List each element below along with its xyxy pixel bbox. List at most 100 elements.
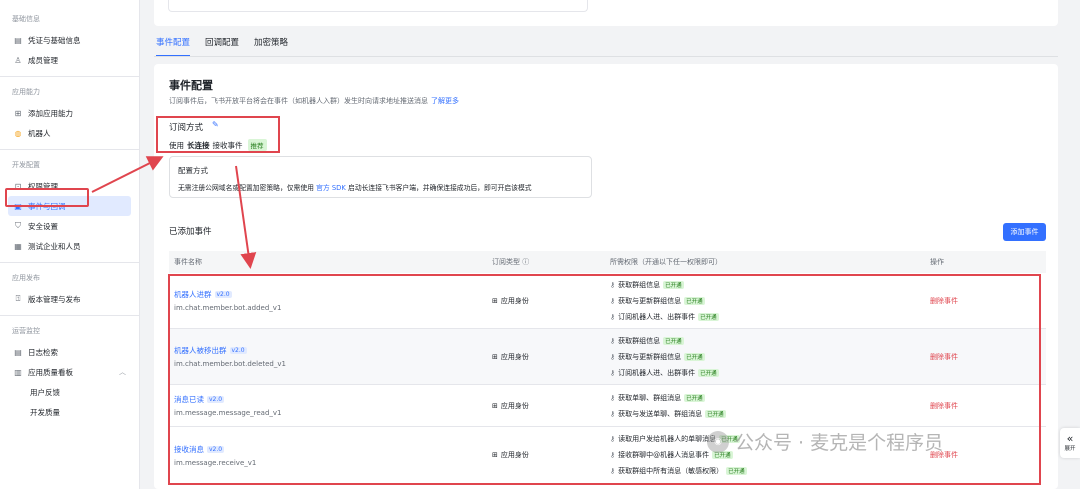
event-name-link[interactable]: 机器人被移出群 v2.0 — [174, 345, 492, 356]
permission-name: 获取与发送单聊、群组消息 — [618, 409, 703, 418]
app-identity-icon: ⊞ — [492, 451, 498, 459]
sidebar-item-label: 权限管理 — [28, 181, 58, 191]
upload-icon: ⍐ — [15, 294, 21, 303]
page-title: 事件配置 — [169, 79, 213, 92]
chevron-up-icon[interactable]: ︿ — [119, 367, 126, 377]
config-text-pre: 无需注册公网域名或配置加密策略，仅需使用 — [178, 184, 314, 192]
doc-icon: ▤ — [14, 35, 22, 45]
sidebar-item-release[interactable]: ⍐ 版本管理与发布 — [8, 289, 131, 309]
event-name-link[interactable]: 接收消息 v2.0 — [174, 444, 492, 455]
sidebar-item-security[interactable]: ⛉ 安全设置 — [8, 216, 131, 236]
config-method-text: 无需注册公网域名或配置加密策略，仅需使用 官方 SDK 启动长连接飞书客户端，并… — [178, 182, 532, 192]
sidebar: 基础信息 ▤ 凭证与基础信息 ♙ 成员管理 应用能力 ⊞ 添加应用能力 ◍ 机器人 开发… — [0, 0, 140, 489]
config-text-post: 启动长连接飞书客户端，并确保连接成功后，即可开启该模式 — [348, 184, 532, 192]
subscribe-use-text: 使用 — [169, 140, 184, 150]
permission-item: ⚷ 订阅机器人进、出群事件 已开通 — [610, 368, 930, 378]
nav-heading: 开发配置 — [12, 161, 40, 169]
event-name-cell: 消息已读 v2.0 im.message.message_read_v1 — [169, 394, 492, 417]
delete-event-button[interactable]: 删除事件 — [930, 402, 958, 410]
sidebar-item-add-ability[interactable]: ⊞ 添加应用能力 — [8, 103, 131, 123]
table-row: 机器人进群 v2.0 im.chat.member.bot.added_v1 ⊞ 应用… — [169, 273, 1046, 329]
sidebar-item-label: 机器人 — [28, 128, 51, 138]
permissions-cell: ⚷ 获取单聊、群组消息 已开通 ⚷ 获取与发送单聊、群组消息 已开通 — [610, 388, 930, 424]
recommended-badge: 推荐 — [247, 139, 267, 151]
sidebar-item-logs[interactable]: ▤ 日志检索 — [8, 342, 131, 362]
permission-name: 订阅机器人进、出群事件 — [618, 312, 696, 321]
event-name-cell: 接收消息 v2.0 im.message.receive_v1 — [169, 444, 492, 467]
key-icon: ⚷ — [610, 336, 616, 345]
subscribe-type: 应用身份 — [500, 451, 529, 459]
permission-name: 获取与更新群组信息 — [618, 352, 682, 361]
tab-callback-config[interactable]: 回调配置 — [205, 36, 239, 57]
opened-badge: 已开通 — [726, 467, 747, 475]
opened-badge: 已开通 — [698, 312, 719, 321]
sidebar-item-test[interactable]: ▦ 测试企业和人员 — [8, 236, 131, 256]
expand-label: 展开 — [1064, 446, 1076, 452]
opened-badge: 已开通 — [705, 409, 726, 418]
sidebar-item-label: 凭证与基础信息 — [28, 35, 81, 45]
expand-panel-button[interactable]: « 展开 — [1060, 428, 1080, 458]
key-icon: ⚷ — [610, 368, 616, 377]
event-code: im.message.receive_v1 — [174, 458, 257, 467]
app-identity-icon: ⊞ — [492, 352, 498, 361]
delete-event-button[interactable]: 删除事件 — [930, 353, 958, 361]
tab-event-config[interactable]: 事件配置 — [156, 36, 191, 57]
key-icon: ⚷ — [610, 312, 616, 321]
config-method-box: 配置方式 无需注册公网域名或配置加密策略，仅需使用 官方 SDK 启动长连接飞书… — [169, 156, 592, 198]
event-name-cell: 机器人进群 v2.0 im.chat.member.bot.added_v1 — [169, 289, 492, 312]
permission-item: ⚷ 订阅机器人进、出群事件 已开通 — [610, 312, 930, 322]
sidebar-item-feedback[interactable]: 用户反馈 — [8, 382, 131, 402]
sidebar-item-label: 版本管理与发布 — [28, 294, 81, 304]
sidebar-item-events[interactable]: ▣ 事件与回调 — [8, 196, 131, 216]
delete-event-button[interactable]: 删除事件 — [930, 297, 958, 305]
column-header-permissions: 所需权限（开通以下任一权限即可） — [610, 258, 722, 266]
event-name-link[interactable]: 机器人进群 v2.0 — [174, 289, 492, 300]
sidebar-item-credentials[interactable]: ▤ 凭证与基础信息 — [8, 30, 131, 50]
permission-name: 读取用户发给机器人的单聊消息 — [618, 435, 717, 443]
subscribe-type: 应用身份 — [500, 401, 529, 410]
nav-section-dev: 开发配置 ⊡ 权限管理 ▣ 事件与回调 ⛉ 安全设置 ▦ 测试企业和人员 — [0, 149, 139, 256]
subscribe-type-cell: ⊞ 应用身份 — [492, 450, 610, 460]
sidebar-item-label: 测试企业和人员 — [28, 241, 81, 251]
tab-encryption[interactable]: 加密策略 — [254, 36, 288, 57]
event-name-link[interactable]: 消息已读 v2.0 — [174, 394, 492, 405]
sidebar-item-members[interactable]: ♙ 成员管理 — [8, 50, 131, 70]
event-code: im.message.message_read_v1 — [174, 409, 282, 417]
table-header: 事件名称 订阅类型 ⓘ 所需权限（开通以下任一权限即可） 操作 — [169, 251, 1046, 273]
config-method-title: 配置方式 — [178, 166, 208, 175]
main-area: 事件配置 回调配置 加密策略 事件配置 订阅事件后，飞书开放平台将会在事件（如机… — [140, 0, 1080, 489]
sidebar-item-permissions[interactable]: ⊡ 权限管理 — [8, 176, 131, 196]
permission-item: ⚷ 获取与发送单聊、群组消息 已开通 — [610, 409, 930, 419]
sidebar-item-bot[interactable]: ◍ 机器人 — [8, 123, 131, 143]
event-name: 机器人被移出群 — [174, 346, 227, 355]
add-event-button[interactable]: 添加事件 — [1003, 223, 1046, 241]
sidebar-item-quality[interactable]: ▥ 应用质量看板 ︿ — [8, 362, 131, 382]
subscribe-mode-value: 使用 长连接 接收事件 推荐 — [169, 139, 267, 151]
permission-name: 获取群组信息 — [618, 280, 661, 289]
event-name-cell: 机器人被移出群 v2.0 im.chat.member.bot.deleted_v1 — [169, 345, 492, 368]
subscribe-type-cell: ⊞ 应用身份 — [492, 352, 610, 362]
actions-cell: 删除事件 — [930, 296, 1046, 306]
key-icon: ⚷ — [610, 467, 616, 475]
opened-badge: 已开通 — [684, 393, 705, 402]
permission-name: 接收群聊中@机器人消息事件 — [618, 451, 710, 459]
key-icon: ⚷ — [610, 393, 616, 402]
permission-name: 获取单聊、群组消息 — [618, 393, 682, 402]
version-badge: v2.0 — [229, 347, 247, 354]
sidebar-item-label: 成员管理 — [28, 55, 58, 65]
robot-icon: ◍ — [14, 128, 22, 138]
subscribe-mode-label: 订阅方式 — [169, 123, 204, 133]
test-icon: ▦ — [14, 241, 22, 251]
sidebar-item-label: 开发质量 — [30, 407, 60, 417]
added-events-title: 已添加事件 — [169, 227, 212, 237]
top-card — [154, 0, 1058, 26]
learn-more-link[interactable]: 了解更多 — [431, 97, 459, 105]
official-sdk-link[interactable]: 官方 SDK — [316, 184, 346, 192]
subscribe-type: 应用身份 — [500, 296, 529, 305]
column-header-type: 订阅类型 ⓘ — [492, 258, 530, 266]
permission-item: ⚷ 获取群组中所有消息（敏感权限） 已开通 — [610, 466, 930, 476]
sidebar-item-dev-quality[interactable]: 开发质量 — [8, 402, 131, 422]
edit-icon[interactable]: ✎ — [212, 120, 222, 130]
permissions-cell: ⚷ 获取群组信息 已开通 ⚷ 获取与更新群组信息 已开通 ⚷ 订阅机器人进、出群事件 已开通 — [610, 275, 930, 327]
watermark-text: 公众号 · 麦克是个程序员 — [735, 432, 944, 454]
